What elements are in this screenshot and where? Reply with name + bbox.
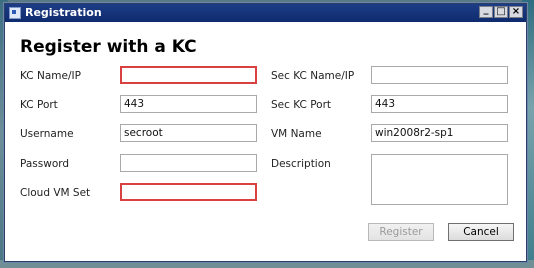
description-textarea[interactable] bbox=[371, 154, 508, 205]
description-label: Description bbox=[271, 158, 331, 170]
cloud-vm-set-input[interactable] bbox=[120, 183, 257, 201]
sec-kc-name-ip-input[interactable] bbox=[371, 66, 508, 84]
username-label: Username bbox=[20, 128, 74, 140]
vm-name-input[interactable] bbox=[371, 124, 508, 142]
title-bar[interactable]: Registration bbox=[5, 4, 526, 22]
dialog-content: Register with a KC KC Name/IP KC Port Us… bbox=[5, 22, 526, 261]
window-controls bbox=[479, 6, 523, 18]
minimize-button[interactable] bbox=[479, 6, 493, 18]
maximize-button[interactable] bbox=[494, 6, 508, 18]
username-input[interactable] bbox=[120, 124, 257, 142]
kc-port-label: KC Port bbox=[20, 99, 58, 111]
kc-name-ip-input[interactable] bbox=[120, 66, 257, 84]
password-label: Password bbox=[20, 158, 70, 170]
app-window-icon bbox=[9, 7, 21, 19]
registration-window: Registration Register with a KC KC Name/… bbox=[4, 3, 527, 262]
sec-kc-port-input[interactable] bbox=[371, 95, 508, 113]
window-title: Registration bbox=[25, 6, 102, 19]
kc-port-input[interactable] bbox=[120, 95, 257, 113]
vm-name-label: VM Name bbox=[271, 128, 322, 140]
sec-kc-port-label: Sec KC Port bbox=[271, 99, 332, 111]
kc-name-ip-label: KC Name/IP bbox=[20, 70, 81, 82]
close-button[interactable] bbox=[509, 6, 523, 18]
register-button[interactable]: Register bbox=[368, 223, 434, 241]
cloud-vm-set-label: Cloud VM Set bbox=[20, 187, 91, 199]
sec-kc-name-ip-label: Sec KC Name/IP bbox=[271, 70, 355, 82]
password-input[interactable] bbox=[120, 154, 257, 172]
dialog-heading: Register with a KC bbox=[20, 37, 197, 57]
cancel-button[interactable]: Cancel bbox=[448, 223, 514, 241]
